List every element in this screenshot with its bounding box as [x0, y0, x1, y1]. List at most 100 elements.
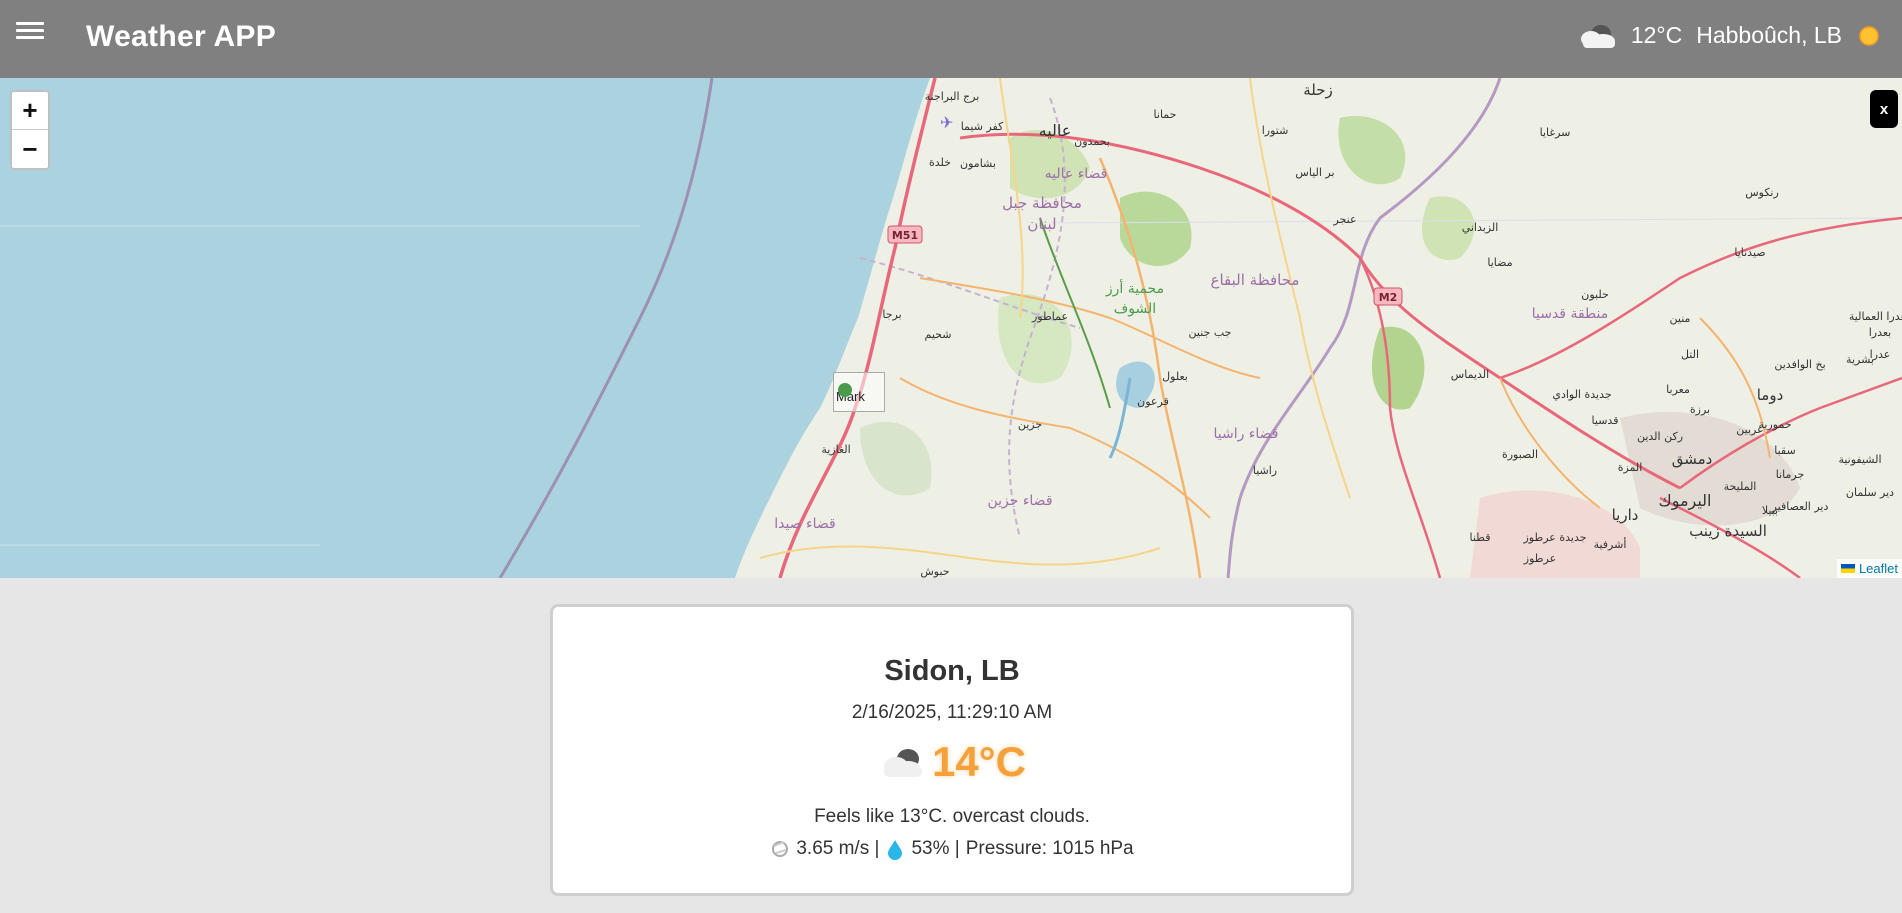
- svg-text:منين: منين: [1670, 312, 1691, 325]
- svg-text:كفر شيما: كفر شيما: [961, 120, 1004, 133]
- svg-text:حمانا: حمانا: [1154, 108, 1177, 121]
- svg-text:قطنا: قطنا: [1470, 531, 1491, 544]
- pressure: Pressure: 1015 hPa: [965, 838, 1134, 859]
- app-title: Weather APP: [86, 20, 277, 53]
- svg-text:الزبداني: الزبداني: [1462, 221, 1499, 234]
- svg-text:قدسيا: قدسيا: [1592, 414, 1619, 427]
- svg-text:محافظة جبل: محافظة جبل: [1002, 194, 1082, 212]
- svg-text:صيدنايا: صيدنايا: [1734, 246, 1765, 259]
- close-map-button[interactable]: x: [1870, 90, 1898, 128]
- svg-text:ركن الدين: ركن الدين: [1637, 430, 1683, 443]
- svg-text:المزة: المزة: [1618, 461, 1643, 474]
- map[interactable]: M51 M2 ✈ زحلة برج البراجنة عاليه كفر شيم…: [0, 78, 1902, 578]
- svg-text:الديماس: الديماس: [1451, 368, 1489, 381]
- svg-text:قضاء عاليه: قضاء عاليه: [1045, 166, 1108, 182]
- svg-text:عماطور: عماطور: [1031, 310, 1068, 323]
- svg-text:بشامون: بشامون: [960, 157, 996, 170]
- svg-text:لبنان: لبنان: [1027, 215, 1056, 233]
- svg-text:عدرا: عدرا: [1870, 348, 1891, 361]
- wind-icon: [772, 841, 789, 857]
- marker-icon: [838, 383, 852, 397]
- map-label: M2: [1379, 291, 1398, 304]
- svg-text:دير سلمان: دير سلمان: [1846, 486, 1894, 499]
- svg-text:عنجر: عنجر: [1332, 213, 1356, 226]
- airport-icon: ✈: [940, 113, 953, 132]
- weather-stats: 3.65 m/s | 53% | Pressure: 1015 hPa: [553, 838, 1351, 860]
- svg-text:عرطوز: عرطوز: [1523, 552, 1556, 565]
- cloud-icon: [884, 749, 923, 777]
- svg-text:جديدة الوادي: جديدة الوادي: [1552, 388, 1611, 401]
- svg-text:عدرا العمالية: عدرا العمالية: [1849, 310, 1902, 323]
- svg-text:جزين: جزين: [1018, 418, 1042, 431]
- sun-icon[interactable]: [1856, 23, 1882, 49]
- svg-text:دوما: دوما: [1757, 386, 1784, 404]
- svg-text:قضاء راشيا: قضاء راشيا: [1213, 426, 1278, 442]
- header-temperature: 12°C: [1630, 22, 1683, 48]
- svg-text:اليرموك: اليرموك: [1659, 491, 1712, 511]
- svg-text:التل: التل: [1681, 348, 1699, 361]
- ukraine-flag-icon: [1840, 564, 1855, 573]
- svg-text:الشوف: الشوف: [1114, 301, 1156, 317]
- svg-text:جديدة عرطوز: جديدة عرطوز: [1522, 531, 1586, 544]
- svg-text:خلدة: خلدة: [929, 156, 951, 169]
- svg-text:برزة: برزة: [1690, 403, 1710, 416]
- svg-text:عربين: عربين: [1736, 423, 1763, 436]
- weather-card: Sidon, LB 2/16/2025, 11:29:10 AM 14°C Fe…: [550, 604, 1354, 896]
- svg-text:بحمدون: بحمدون: [1074, 135, 1110, 148]
- svg-text:رنكوس: رنكوس: [1745, 186, 1779, 199]
- zoom-out-button[interactable]: −: [12, 130, 48, 168]
- svg-text:أشرفية: أشرفية: [1594, 537, 1627, 551]
- svg-text:جرمانا: جرمانا: [1776, 468, 1805, 481]
- date-time: 2/16/2025, 11:29:10 AM: [851, 702, 1053, 723]
- svg-text:بعلول: بعلول: [1162, 370, 1188, 383]
- svg-text:بعدرا: بعدرا: [1869, 326, 1892, 339]
- svg-text:سقبا: سقبا: [1774, 444, 1795, 457]
- svg-text:بخ الوافدين: بخ الوافدين: [1774, 358, 1825, 371]
- current-weather-summary: 12°C Habboûch, LB: [1577, 22, 1882, 49]
- leaflet-link[interactable]: Leaflet: [1859, 561, 1898, 576]
- svg-text:منطقة قدسيا: منطقة قدسيا: [1532, 306, 1609, 322]
- zoom-in-button[interactable]: +: [12, 92, 48, 130]
- wind-speed: 3.65 m/s |: [796, 838, 880, 859]
- svg-text:راشيا: راشيا: [1253, 464, 1277, 477]
- svg-text:داريا: داريا: [1612, 506, 1639, 524]
- svg-text:الصبورة: الصبورة: [1502, 448, 1538, 461]
- map-marker[interactable]: Mark: [833, 372, 885, 412]
- svg-text:سرغايا: سرغايا: [1540, 126, 1571, 139]
- cloud-icon: [1580, 24, 1615, 48]
- svg-text:شتورا: شتورا: [1262, 124, 1289, 137]
- svg-text:زحلة: زحلة: [1303, 81, 1333, 99]
- map-label: M51: [892, 229, 918, 242]
- humidity: 53% |: [911, 838, 960, 859]
- svg-text:الشيفونية: الشيفونية: [1838, 453, 1881, 466]
- svg-text:برجا: برجا: [882, 308, 901, 321]
- zoom-control: + −: [10, 90, 50, 170]
- svg-text:جب جنين: جب جنين: [1189, 326, 1232, 339]
- header-location: Habboûch, LB: [1696, 22, 1842, 48]
- city-name: Sidon, LB: [884, 655, 1020, 687]
- svg-text:بر الياس: بر الياس: [1295, 166, 1334, 179]
- map-tiles: M51 M2 ✈ زحلة برج البراجنة عاليه كفر شيم…: [0, 78, 1902, 578]
- svg-text:برج البراجنة: برج البراجنة: [925, 90, 980, 103]
- svg-text:محافظة البقاع: محافظة البقاع: [1211, 271, 1300, 289]
- svg-text:المليحة: المليحة: [1724, 480, 1757, 493]
- map-attribution[interactable]: Leaflet: [1836, 559, 1902, 578]
- app-header: Weather APP 12°C Habboûch, LB: [0, 0, 1902, 78]
- svg-text:السيدة زينب: السيدة زينب: [1689, 522, 1767, 540]
- svg-text:دير العصافير: دير العصافير: [1771, 500, 1829, 513]
- hamburger-menu-icon[interactable]: [16, 18, 44, 46]
- svg-text:شحيم: شحيم: [925, 328, 952, 341]
- svg-text:معربا: معربا: [1666, 383, 1690, 396]
- svg-text:مضايا: مضايا: [1487, 256, 1512, 269]
- temperature-row: 14°C: [553, 738, 1351, 786]
- weather-description: Feels like 13°C. overcast clouds.: [814, 806, 1090, 827]
- water-drop-icon: [888, 840, 903, 860]
- svg-text:حبوش: حبوش: [920, 565, 949, 578]
- temperature-value: 14°C: [932, 738, 1026, 785]
- svg-text:الغازية: الغازية: [821, 443, 850, 456]
- svg-text:محمية أرز: محمية أرز: [1105, 279, 1164, 297]
- svg-text:قضاء جزين: قضاء جزين: [987, 493, 1052, 509]
- svg-text:عاليه: عاليه: [1039, 121, 1072, 140]
- svg-text:حلبون: حلبون: [1581, 288, 1609, 301]
- svg-text:دمشق: دمشق: [1672, 450, 1713, 468]
